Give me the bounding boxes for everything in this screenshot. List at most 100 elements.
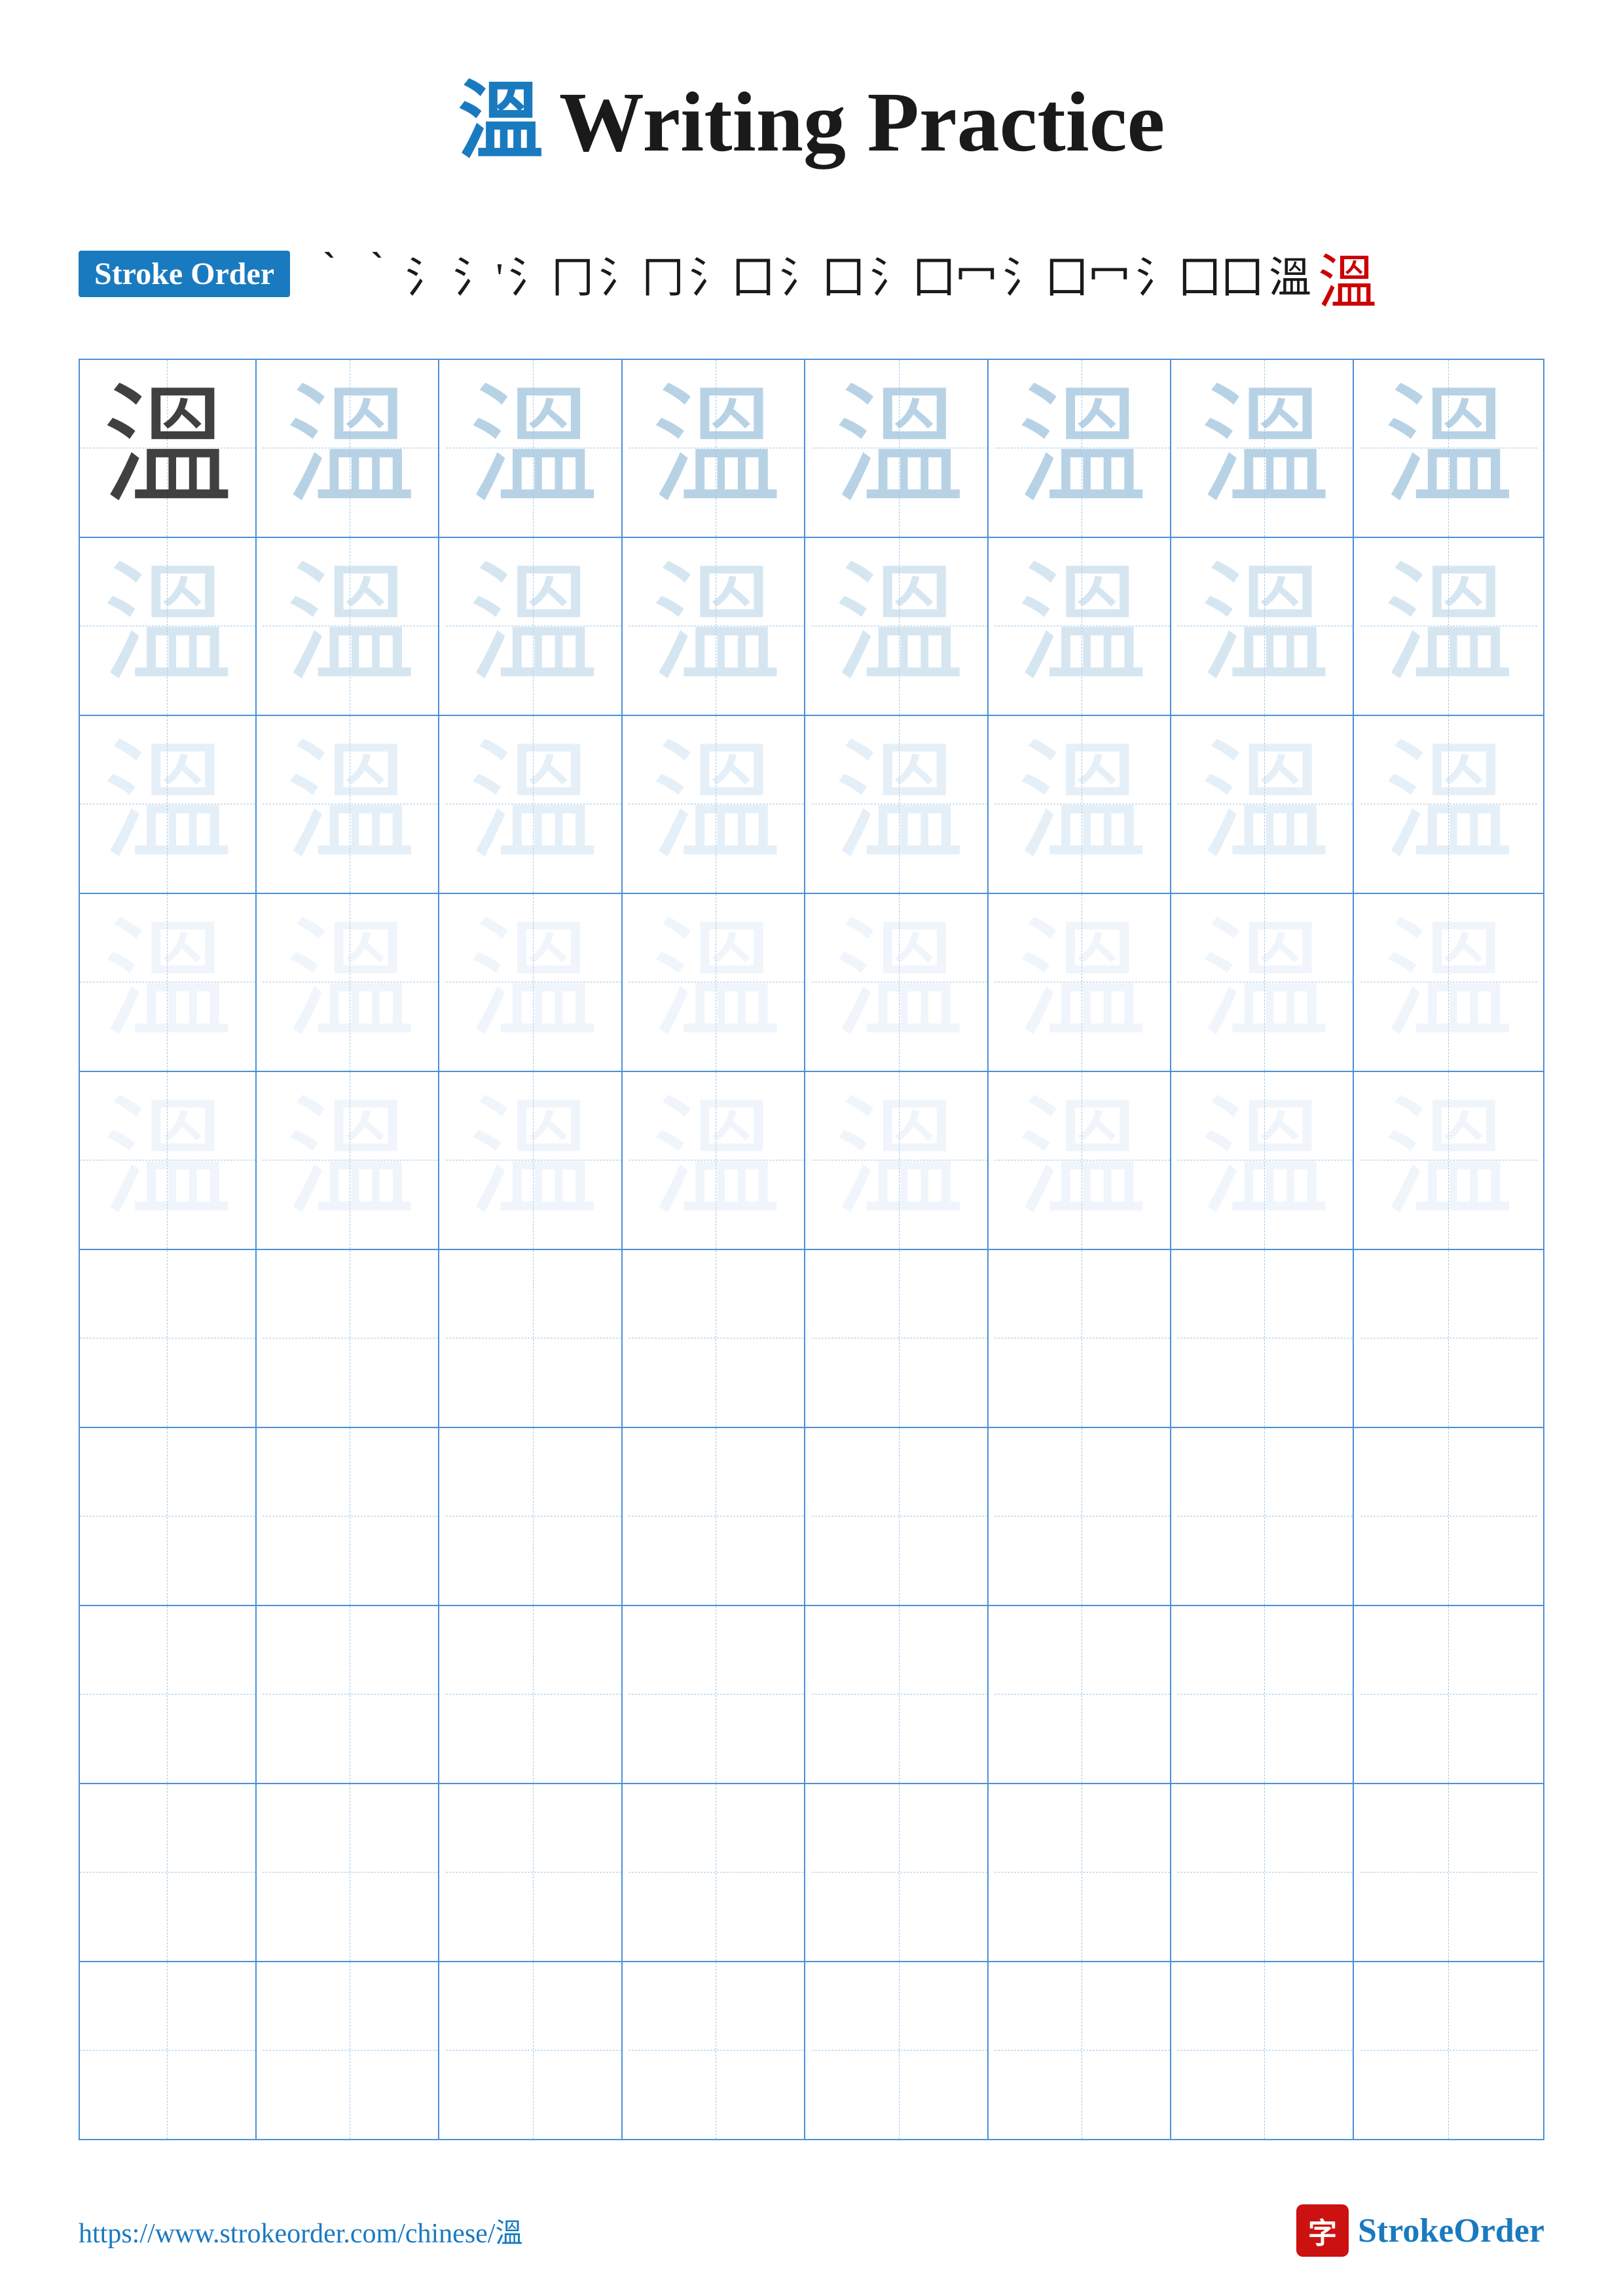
grid-cell-8-7[interactable] [1177,1606,1354,1783]
grid-row-9 [80,1784,1543,1962]
grid-cell-9-2[interactable] [263,1784,439,1961]
grid-cell-2-5[interactable]: 溫 [812,538,989,715]
grid-cell-8-1[interactable] [80,1606,257,1783]
grid-cell-6-7[interactable] [1177,1250,1354,1427]
grid-cell-4-5[interactable]: 溫 [812,894,989,1071]
grid-cell-5-3[interactable]: 溫 [446,1072,623,1249]
grid-cell-5-5[interactable]: 溫 [812,1072,989,1249]
grid-cell-6-3[interactable] [446,1250,623,1427]
grid-cell-8-6[interactable] [994,1606,1171,1783]
grid-cell-4-4[interactable]: 溫 [629,894,805,1071]
practice-char: 溫 [833,383,964,514]
grid-cell-3-5[interactable]: 溫 [812,716,989,893]
stroke-order-badge: Stroke Order [79,251,290,297]
grid-cell-5-1[interactable]: 溫 [80,1072,257,1249]
grid-cell-9-4[interactable] [629,1784,805,1961]
grid-cell-5-7[interactable]: 溫 [1177,1072,1354,1249]
grid-cell-3-6[interactable]: 溫 [994,716,1171,893]
grid-cell-2-8[interactable]: 溫 [1360,538,1537,715]
grid-cell-9-6[interactable] [994,1784,1171,1961]
grid-cell-5-6[interactable]: 溫 [994,1072,1171,1249]
grid-cell-8-3[interactable] [446,1606,623,1783]
grid-cell-5-4[interactable]: 溫 [629,1072,805,1249]
grid-cell-9-7[interactable] [1177,1784,1354,1961]
stroke-1: ｀ [310,243,352,304]
grid-cell-3-3[interactable]: 溫 [446,716,623,893]
grid-row-5: 溫 溫 溫 溫 溫 溫 溫 溫 [80,1072,1543,1250]
title-section: 溫 Writing Practice [79,52,1544,175]
grid-cell-3-7[interactable]: 溫 [1177,716,1354,893]
brand-name: StrokeOrder [1358,2212,1544,2250]
grid-cell-3-1[interactable]: 溫 [80,716,257,893]
grid-cell-6-2[interactable] [263,1250,439,1427]
grid-cell-10-7[interactable] [1177,1962,1354,2139]
grid-cell-4-1[interactable]: 溫 [80,894,257,1071]
grid-cell-8-5[interactable] [812,1606,989,1783]
grid-cell-1-3[interactable]: 溫 [446,360,623,537]
grid-cell-10-8[interactable] [1360,1962,1537,2139]
grid-cell-8-2[interactable] [263,1606,439,1783]
grid-cell-1-7[interactable]: 溫 [1177,360,1354,537]
practice-char: 溫 [468,917,599,1048]
grid-cell-9-1[interactable] [80,1784,257,1961]
grid-cell-1-2[interactable]: 溫 [263,360,439,537]
practice-char: 溫 [651,383,782,514]
grid-cell-10-6[interactable] [994,1962,1171,2139]
footer-url[interactable]: https://www.strokeorder.com/chinese/溫 [79,2211,522,2251]
grid-cell-7-7[interactable] [1177,1428,1354,1605]
grid-cell-7-1[interactable] [80,1428,257,1605]
grid-cell-3-2[interactable]: 溫 [263,716,439,893]
practice-char: 溫 [1383,561,1514,692]
practice-char: 溫 [651,561,782,692]
grid-cell-9-5[interactable] [812,1784,989,1961]
grid-cell-9-3[interactable] [446,1784,623,1961]
grid-cell-4-7[interactable]: 溫 [1177,894,1354,1071]
grid-cell-1-1[interactable]: 溫 [80,360,257,537]
grid-cell-6-8[interactable] [1360,1250,1537,1427]
practice-char: 溫 [1199,383,1330,514]
grid-cell-4-6[interactable]: 溫 [994,894,1171,1071]
grid-cell-2-7[interactable]: 溫 [1177,538,1354,715]
grid-cell-1-4[interactable]: 溫 [629,360,805,537]
practice-char: 溫 [1383,383,1514,514]
grid-cell-7-6[interactable] [994,1428,1171,1605]
grid-cell-4-3[interactable]: 溫 [446,894,623,1071]
practice-char: 溫 [833,917,964,1048]
grid-cell-7-4[interactable] [629,1428,805,1605]
grid-cell-2-4[interactable]: 溫 [629,538,805,715]
grid-cell-1-5[interactable]: 溫 [812,360,989,537]
grid-cell-10-1[interactable] [80,1962,257,2139]
practice-char: 溫 [1017,1095,1148,1226]
grid-cell-2-3[interactable]: 溫 [446,538,623,715]
grid-cell-6-1[interactable] [80,1250,257,1427]
grid-cell-2-6[interactable]: 溫 [994,538,1171,715]
grid-cell-5-2[interactable]: 溫 [263,1072,439,1249]
grid-cell-4-2[interactable]: 溫 [263,894,439,1071]
grid-cell-10-2[interactable] [263,1962,439,2139]
practice-char: 溫 [102,739,233,870]
grid-cell-3-4[interactable]: 溫 [629,716,805,893]
practice-char: 溫 [1017,561,1148,692]
grid-cell-7-3[interactable] [446,1428,623,1605]
grid-cell-5-8[interactable]: 溫 [1360,1072,1537,1249]
grid-cell-9-8[interactable] [1360,1784,1537,1961]
grid-cell-7-5[interactable] [812,1428,989,1605]
grid-cell-1-6[interactable]: 溫 [994,360,1171,537]
practice-char: 溫 [1383,1095,1514,1226]
grid-cell-3-8[interactable]: 溫 [1360,716,1537,893]
grid-cell-6-4[interactable] [629,1250,805,1427]
grid-cell-10-5[interactable] [812,1962,989,2139]
grid-cell-1-8[interactable]: 溫 [1360,360,1537,537]
grid-cell-10-4[interactable] [629,1962,805,2139]
grid-cell-7-2[interactable] [263,1428,439,1605]
grid-cell-10-3[interactable] [446,1962,623,2139]
grid-cell-8-4[interactable] [629,1606,805,1783]
grid-cell-2-2[interactable]: 溫 [263,538,439,715]
grid-cell-4-8[interactable]: 溫 [1360,894,1537,1071]
grid-cell-6-6[interactable] [994,1250,1171,1427]
grid-cell-6-5[interactable] [812,1250,989,1427]
grid-cell-2-1[interactable]: 溫 [80,538,257,715]
grid-cell-7-8[interactable] [1360,1428,1537,1605]
grid-cell-8-8[interactable] [1360,1606,1537,1783]
practice-char: 溫 [833,1095,964,1226]
